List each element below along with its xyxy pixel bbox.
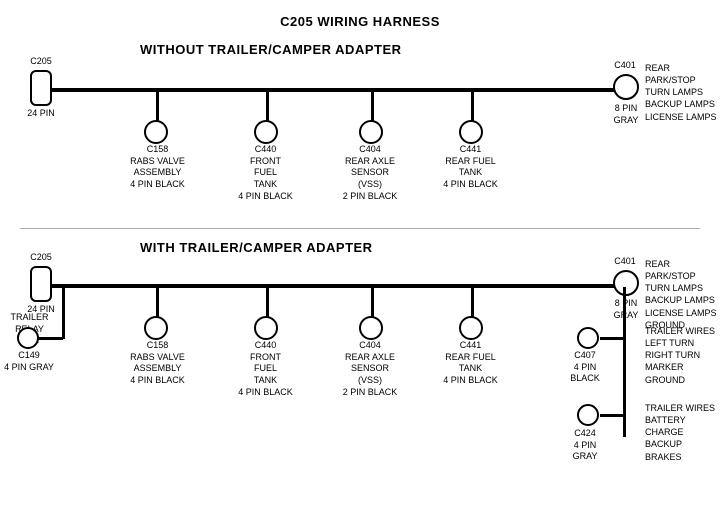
c149-label: C1494 PIN GRAY [4,350,54,373]
c441-1-wire [471,92,474,122]
c404-2-label: C404REAR AXLESENSOR(VSS)2 PIN BLACK [340,340,400,398]
c401-2-connector [613,270,639,296]
c158-2-connector [144,316,168,340]
c440-1-wire [266,92,269,122]
c441-1-label: C441REAR FUELTANK4 PIN BLACK [443,144,498,191]
section2-main-wire [52,284,630,288]
section1-main-wire [52,88,630,92]
c440-1-connector [254,120,278,144]
c407-connector [577,327,599,349]
trailer-relay-wire-v [62,284,65,339]
c424-desc: TRAILER WIRESBATTERY CHARGEBACKUPBRAKES [645,402,720,463]
c404-2-wire [371,288,374,318]
c440-1-label: C440FRONT FUELTANK4 PIN BLACK [238,144,293,202]
c205-1-sublabel: 24 PIN [16,108,66,120]
c404-1-wire [371,92,374,122]
c404-1-connector [359,120,383,144]
c407-wire-h [600,337,623,340]
section-divider [20,228,700,229]
c205-2-label: C205 [20,252,62,264]
section1-label: WITHOUT TRAILER/CAMPER ADAPTER [140,42,402,57]
c401-2-sublabel: 8 PINGRAY [601,298,651,321]
c407-desc: TRAILER WIRESLEFT TURNRIGHT TURNMARKERGR… [645,325,715,386]
c149-connector [17,327,39,349]
c440-2-connector [254,316,278,340]
page-title: C205 WIRING HARNESS [0,6,720,29]
c158-1-label: C158RABS VALVEASSEMBLY4 PIN BLACK [130,144,185,191]
c401-1-connector [613,74,639,100]
c441-1-connector [459,120,483,144]
c401-1-desc: REAR PARK/STOPTURN LAMPSBACKUP LAMPSLICE… [645,62,720,123]
c401-1-label: C401 [605,60,645,72]
c205-2-connector [30,266,52,302]
section2-label: WITH TRAILER/CAMPER ADAPTER [140,240,373,255]
c205-1-connector [30,70,52,106]
wiring-diagram: C205 WIRING HARNESS WITHOUT TRAILER/CAMP… [0,0,720,500]
c441-2-wire [471,288,474,318]
c158-2-label: C158RABS VALVEASSEMBLY4 PIN BLACK [130,340,185,387]
c404-2-connector [359,316,383,340]
c441-2-connector [459,316,483,340]
c440-2-label: C440FRONT FUELTANK4 PIN BLACK [238,340,293,398]
c158-2-wire [156,288,159,318]
c401-2-label: C401 [605,256,645,268]
c407-label: C4074 PINBLACK [566,350,604,385]
c401-1-sublabel: 8 PINGRAY [601,103,651,126]
c441-2-label: C441REAR FUELTANK4 PIN BLACK [443,340,498,387]
c424-connector [577,404,599,426]
c401-2-desc: REAR PARK/STOPTURN LAMPSBACKUP LAMPSLICE… [645,258,720,331]
c158-1-connector [144,120,168,144]
c424-wire-h [600,414,623,417]
c404-1-label: C404REAR AXLESENSOR(VSS)2 PIN BLACK [340,144,400,202]
c440-2-wire [266,288,269,318]
c424-label: C4244 PINGRAY [566,428,604,463]
c158-1-wire [156,92,159,122]
right-branch-wire [623,287,626,437]
c205-1-label: C205 [20,56,62,68]
